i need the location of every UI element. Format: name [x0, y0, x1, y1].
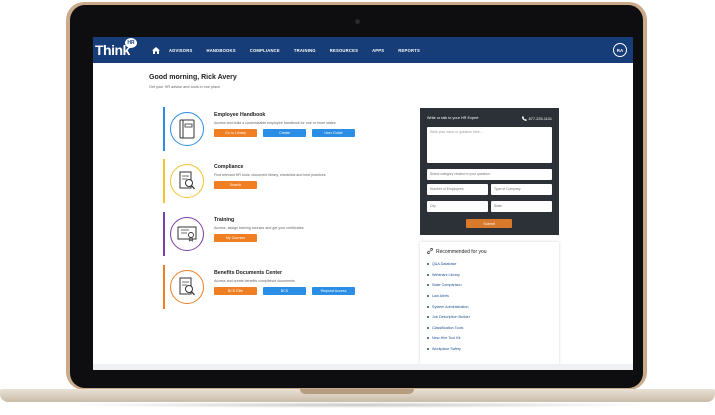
home-icon[interactable] [149, 37, 163, 63]
create-button[interactable]: Create [263, 129, 306, 137]
card-title: Training [214, 217, 235, 223]
nav-handbooks[interactable]: HANDBOOKS [206, 48, 235, 53]
card-accent-bar [163, 159, 165, 203]
phone-number: 877-225-1101 [528, 117, 552, 121]
link-icon [427, 248, 433, 256]
nav-compliance[interactable]: COMPLIANCE [250, 48, 280, 53]
card-benefits-documents: Benefits Documents Center Access and cre… [163, 265, 393, 309]
user-guide-button[interactable]: User Guide [312, 129, 355, 137]
city-field[interactable]: City [427, 201, 488, 212]
card-title: Compliance [214, 164, 244, 170]
nav-reports[interactable]: REPORTS [398, 48, 420, 53]
card-accent-bar [163, 107, 165, 151]
recommended-link-state-comparison[interactable]: State Comparison [427, 280, 470, 291]
card-employee-handbook: Employee Handbook Access and build a cus… [163, 107, 393, 151]
certificate-icon [170, 217, 204, 251]
screen: Think HR ADVISORS HANDBOOKS COMPLIANCE T… [93, 37, 633, 370]
question-textarea[interactable]: Write your issue or question here... [427, 127, 552, 163]
card-accent-bar [163, 212, 165, 256]
screen-footer-strip [93, 364, 633, 370]
go-to-library-button[interactable]: Go to Library [214, 129, 257, 137]
my-courses-button[interactable]: My Courses [214, 234, 257, 242]
category-select[interactable]: Select category related to your question [427, 169, 552, 180]
recommended-link-classification-tools[interactable]: Classification Tools [427, 323, 470, 334]
nav-resources[interactable]: RESOURCES [330, 48, 358, 53]
avatar[interactable]: RA [613, 43, 627, 57]
card-title: Employee Handbook [214, 112, 266, 118]
submit-button[interactable]: Submit [466, 219, 512, 228]
handbook-icon [170, 112, 204, 146]
nav-apps[interactable]: APPS [372, 48, 384, 53]
recommended-link-new-hire-tool-kit[interactable]: New-Hire Tool Kit [427, 333, 470, 344]
expert-phone[interactable]: 877-225-1101 [521, 116, 552, 122]
recommended-panel: Recommended for you Q&A Database Webinar… [420, 242, 559, 364]
employees-field[interactable]: Number of Employees [427, 184, 488, 195]
search-button[interactable]: Search [214, 181, 257, 189]
laptop-shadow [60, 402, 655, 408]
recommended-list: Q&A Database Webinars Library State Comp… [427, 259, 470, 354]
recommended-link-law-alerts[interactable]: Law Alerts [427, 291, 470, 302]
recommended-title-text: Recommended for you [436, 249, 487, 255]
webcam-icon [355, 19, 360, 24]
recommended-link-system-administration[interactable]: System Administration [427, 301, 470, 312]
top-nav: Think HR ADVISORS HANDBOOKS COMPLIANCE T… [93, 37, 633, 63]
logo-badge: HR [125, 38, 137, 48]
compliance-search-icon [170, 164, 204, 198]
bcs-elite-button[interactable]: BCS Elite [214, 287, 257, 295]
card-title: Benefits Documents Center [214, 270, 283, 276]
recommended-link-qa-database[interactable]: Q&A Database [427, 259, 470, 270]
state-field[interactable]: State [491, 201, 552, 212]
laptop-notch [300, 389, 414, 394]
think-hr-logo[interactable]: Think HR [93, 37, 143, 63]
card-compliance: Compliance Find relevant HR tools, docum… [163, 159, 393, 203]
card-description: Access and build a customizable employee… [214, 121, 336, 125]
card-training: Training Access, assign training courses… [163, 212, 393, 256]
page-subtitle: Get your HR advise and tools in one plac… [149, 85, 221, 89]
expert-panel-title: Write or talk to your HR Expert [427, 116, 479, 120]
recommended-link-job-description-builder[interactable]: Job Description Builder [427, 312, 470, 323]
card-description: Find relevant HR tools, document library… [214, 173, 326, 177]
company-type-field[interactable]: Type of Company [491, 184, 552, 195]
phone-icon [521, 116, 527, 122]
bcs-button[interactable]: BCS [263, 287, 306, 295]
card-description: Access and create benefits compliance do… [214, 279, 295, 283]
document-search-icon [170, 270, 204, 304]
card-description: Access, assign training courses and get … [214, 226, 304, 230]
recommended-link-webinars-library[interactable]: Webinars Library [427, 270, 470, 281]
nav-advisors[interactable]: ADVISORS [169, 48, 192, 53]
card-accent-bar [163, 265, 165, 309]
recommended-title: Recommended for you [427, 248, 487, 256]
page-title: Good morning, Rick Avery [149, 74, 237, 81]
nav-training[interactable]: TRAINING [294, 48, 316, 53]
hr-expert-panel: Write or talk to your HR Expert 877-225-… [420, 108, 559, 235]
recommended-link-workplace-safety[interactable]: Workplace Safety [427, 344, 470, 355]
request-access-button[interactable]: Request Access [312, 287, 355, 295]
